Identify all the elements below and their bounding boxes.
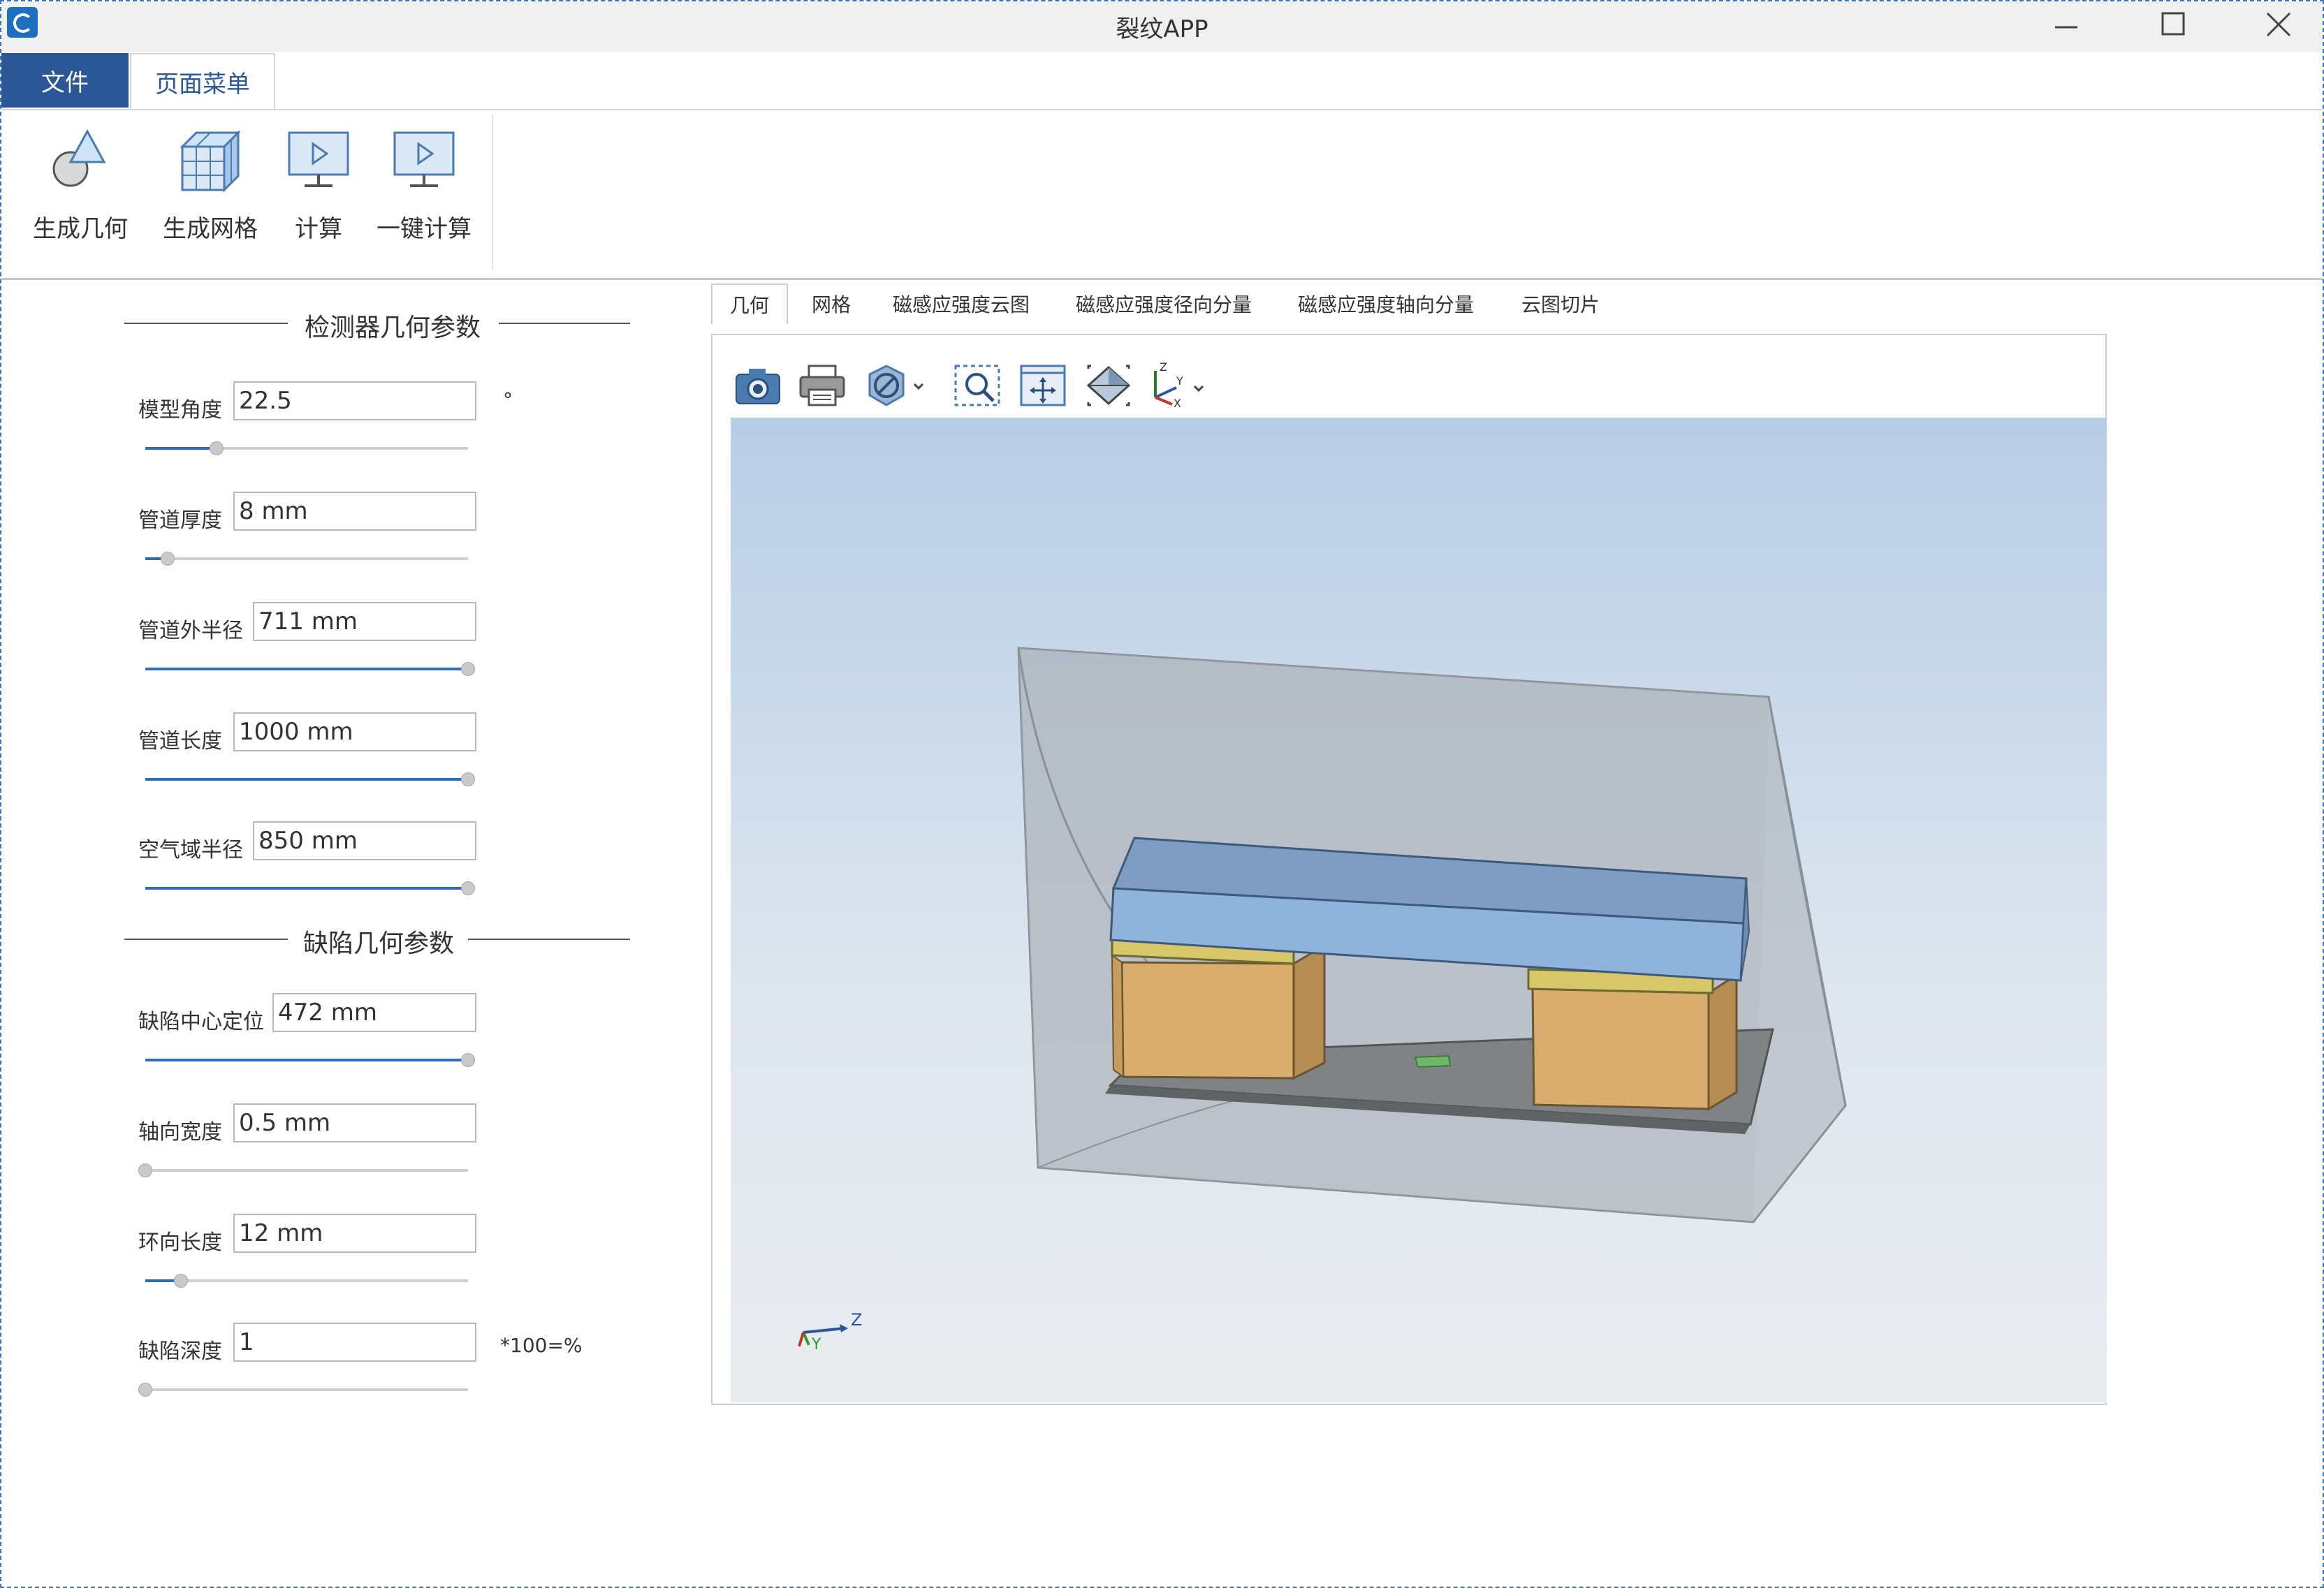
param-label: 缺陷深度 <box>138 1339 222 1364</box>
generate-mesh-label: 生成网格 <box>163 215 258 243</box>
axial-width-slider[interactable] <box>138 1163 468 1177</box>
right-magnet <box>1531 987 1710 1110</box>
zoom-box-icon[interactable] <box>950 356 1004 415</box>
pipe-length-input[interactable] <box>233 712 476 751</box>
param-label: 模型角度 <box>138 398 222 422</box>
slider-thumb[interactable] <box>138 1383 152 1397</box>
tab-radial-component[interactable]: 磁感应强度径向分量 <box>1076 284 1252 324</box>
compute-label: 计算 <box>295 215 342 243</box>
tab-geometry[interactable]: 几何 <box>711 284 788 324</box>
pipe-thickness-slider[interactable] <box>145 552 468 566</box>
slider-thumb[interactable] <box>461 881 475 895</box>
defect-section-title: 缺陷几何参数 <box>303 929 455 958</box>
slider-thumb[interactable] <box>461 1053 475 1067</box>
param-model-angle: 模型角度 ° <box>138 381 627 479</box>
air-domain-radius-slider[interactable] <box>145 881 475 895</box>
defect-depth-slider[interactable] <box>138 1383 468 1397</box>
axis-y-label: Y <box>811 1336 821 1353</box>
axial-width-input[interactable] <box>233 1103 476 1142</box>
circumferential-length-input[interactable] <box>233 1214 476 1253</box>
mesh-cube-icon <box>180 130 241 193</box>
param-defect-depth: 缺陷深度 *100=% <box>138 1323 627 1420</box>
detector-section-title: 检测器几何参数 <box>305 314 481 342</box>
param-pipe-outer-radius: 管道外半径 <box>138 602 627 700</box>
tab-field-contour[interactable]: 磁感应强度云图 <box>893 284 1030 324</box>
compute-button[interactable]: 计算 <box>284 126 353 265</box>
defect-center-input[interactable] <box>272 993 476 1032</box>
defect-depth-input[interactable] <box>233 1323 476 1362</box>
param-axial-width: 轴向宽度 <box>138 1103 627 1201</box>
circumferential-length-slider[interactable] <box>145 1274 468 1288</box>
tab-contour-slice[interactable]: 云图切片 <box>1521 284 1600 324</box>
generate-geometry-label: 生成几何 <box>33 215 128 243</box>
axis-triad: Z Y <box>798 1310 862 1353</box>
slider-thumb[interactable] <box>461 772 475 786</box>
camera-icon[interactable] <box>731 356 785 415</box>
generate-mesh-button[interactable]: 生成网格 <box>158 126 263 265</box>
air-domain-radius-input[interactable] <box>253 821 476 860</box>
param-defect-center: 缺陷中心定位 <box>138 993 627 1091</box>
pipe-outer-radius-slider[interactable] <box>145 662 475 676</box>
title-bar: 裂纹APP <box>1 1 2323 52</box>
zoom-extents-icon[interactable] <box>1016 356 1070 415</box>
svg-text:Z: Z <box>1160 361 1167 374</box>
axis-z-label: Z <box>851 1310 862 1330</box>
minimize-icon[interactable] <box>2024 1 2108 47</box>
close-icon[interactable] <box>2237 1 2321 47</box>
param-label: 环向长度 <box>138 1230 222 1255</box>
viewer-toolbar: Z Y X <box>731 356 1220 415</box>
window-title: 裂纹APP <box>1116 15 1208 43</box>
detector-section-header: 检测器几何参数 <box>124 307 630 342</box>
slider-thumb[interactable] <box>138 1163 152 1177</box>
geometry-icon <box>52 128 106 187</box>
geometry-scene: Z Y <box>798 647 1847 1353</box>
file-menu-tab[interactable]: 文件 <box>1 53 129 108</box>
defect-center-slider[interactable] <box>145 1053 475 1067</box>
left-magnet <box>1120 961 1295 1080</box>
compute-monitor-icon <box>288 131 349 187</box>
defect-marker <box>1414 1054 1452 1068</box>
slider-thumb[interactable] <box>461 662 475 676</box>
hide-icon[interactable] <box>863 356 930 415</box>
one-click-compute-icon <box>393 131 455 187</box>
param-pipe-length: 管道长度 <box>138 712 627 810</box>
svg-text:Y: Y <box>1176 374 1183 388</box>
svg-text:X: X <box>1174 397 1181 410</box>
generate-geometry-button[interactable]: 生成几何 <box>28 126 133 265</box>
model-angle-input[interactable] <box>233 381 476 420</box>
param-label: 轴向宽度 <box>138 1120 222 1145</box>
pipe-outer-radius-input[interactable] <box>253 602 476 641</box>
param-label: 管道厚度 <box>138 508 222 533</box>
page-menu-tab[interactable]: 页面菜单 <box>130 53 275 109</box>
param-label: 空气域半径 <box>138 838 243 862</box>
axis-orientation-icon[interactable]: Z Y X <box>1144 356 1211 415</box>
ribbon-separator <box>492 115 493 270</box>
pipe-length-slider[interactable] <box>145 772 475 786</box>
view-isometric-icon[interactable] <box>1081 356 1136 415</box>
one-click-compute-button[interactable]: 一键计算 <box>372 126 476 265</box>
ribbon: 生成几何 生成网格 计算 一键计算 <box>1 110 2323 280</box>
model-angle-slider[interactable] <box>145 441 468 455</box>
slider-thumb[interactable] <box>173 1274 188 1288</box>
param-label: 缺陷中心定位 <box>138 1010 264 1034</box>
param-unit: *100=% <box>500 1334 583 1357</box>
param-label: 管道外半径 <box>138 619 243 643</box>
slider-thumb[interactable] <box>161 552 175 566</box>
param-pipe-thickness: 管道厚度 <box>138 492 627 589</box>
menu-bar: 文件 页面菜单 <box>1 53 2323 110</box>
param-air-domain-radius: 空气域半径 <box>138 821 627 919</box>
print-icon[interactable] <box>795 356 849 415</box>
maximize-icon[interactable] <box>2131 1 2214 47</box>
pipe-thickness-input[interactable] <box>233 492 476 531</box>
param-unit: ° <box>503 388 513 411</box>
view-tab-bar: 几何 网格 磁感应强度云图 磁感应强度径向分量 磁感应强度轴向分量 云图切片 <box>711 284 2107 324</box>
one-click-compute-label: 一键计算 <box>377 215 472 243</box>
tab-mesh[interactable]: 网格 <box>812 284 851 324</box>
defect-section-header: 缺陷几何参数 <box>124 923 630 958</box>
slider-thumb[interactable] <box>209 441 224 455</box>
tab-axial-component[interactable]: 磁感应强度轴向分量 <box>1298 284 1474 324</box>
param-label: 管道长度 <box>138 729 222 753</box>
3d-viewport[interactable]: Z Y <box>731 418 2107 1402</box>
param-circumferential-length: 环向长度 <box>138 1214 627 1311</box>
